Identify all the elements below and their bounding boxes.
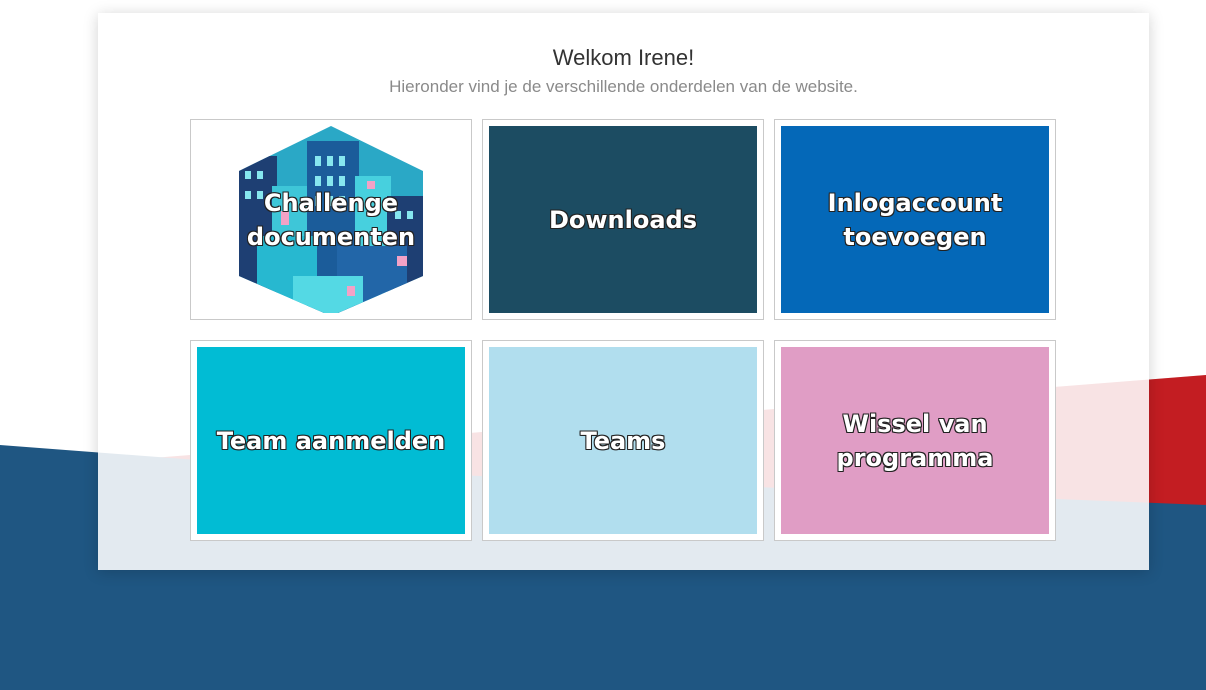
tile-challenge-documenten-body[interactable]: Challenge documenten xyxy=(197,126,465,313)
tile-downloads-label: Downloads xyxy=(548,205,698,234)
tile-team-aanmelden[interactable]: Team aanmelden xyxy=(190,340,472,541)
tile-wissel-van-programma-body[interactable]: Wissel van programma xyxy=(781,347,1049,534)
tile-downloads-body[interactable]: Downloads xyxy=(489,126,757,313)
tile-team-aanmelden-body[interactable]: Team aanmelden xyxy=(197,347,465,534)
tile-challenge-documenten[interactable]: Challenge documenten xyxy=(190,119,472,320)
tile-downloads[interactable]: Downloads xyxy=(482,119,764,320)
page-title: Welkom Irene! xyxy=(552,45,695,70)
tile-challenge-documenten-label: Challenge documenten xyxy=(246,188,416,251)
tile-wissel-van-programma-label: Wissel van programma xyxy=(836,409,994,472)
tile-wissel-van-programma[interactable]: Wissel van programma xyxy=(774,340,1056,541)
page-subtitle: Hieronder vind je de verschillende onder… xyxy=(389,77,858,96)
tile-inlogaccount-toevoegen-body[interactable]: Inlogaccount toevoegen xyxy=(781,126,1049,313)
tile-inlogaccount-toevoegen-label: Inlogaccount toevoegen xyxy=(827,188,1003,251)
tile-teams-body[interactable]: Teams xyxy=(489,347,757,534)
tile-inlogaccount-toevoegen[interactable]: Inlogaccount toevoegen xyxy=(774,119,1056,320)
tile-teams[interactable]: Teams xyxy=(482,340,764,541)
tile-team-aanmelden-label: Team aanmelden xyxy=(216,426,446,455)
tile-teams-label: Teams xyxy=(580,426,666,455)
